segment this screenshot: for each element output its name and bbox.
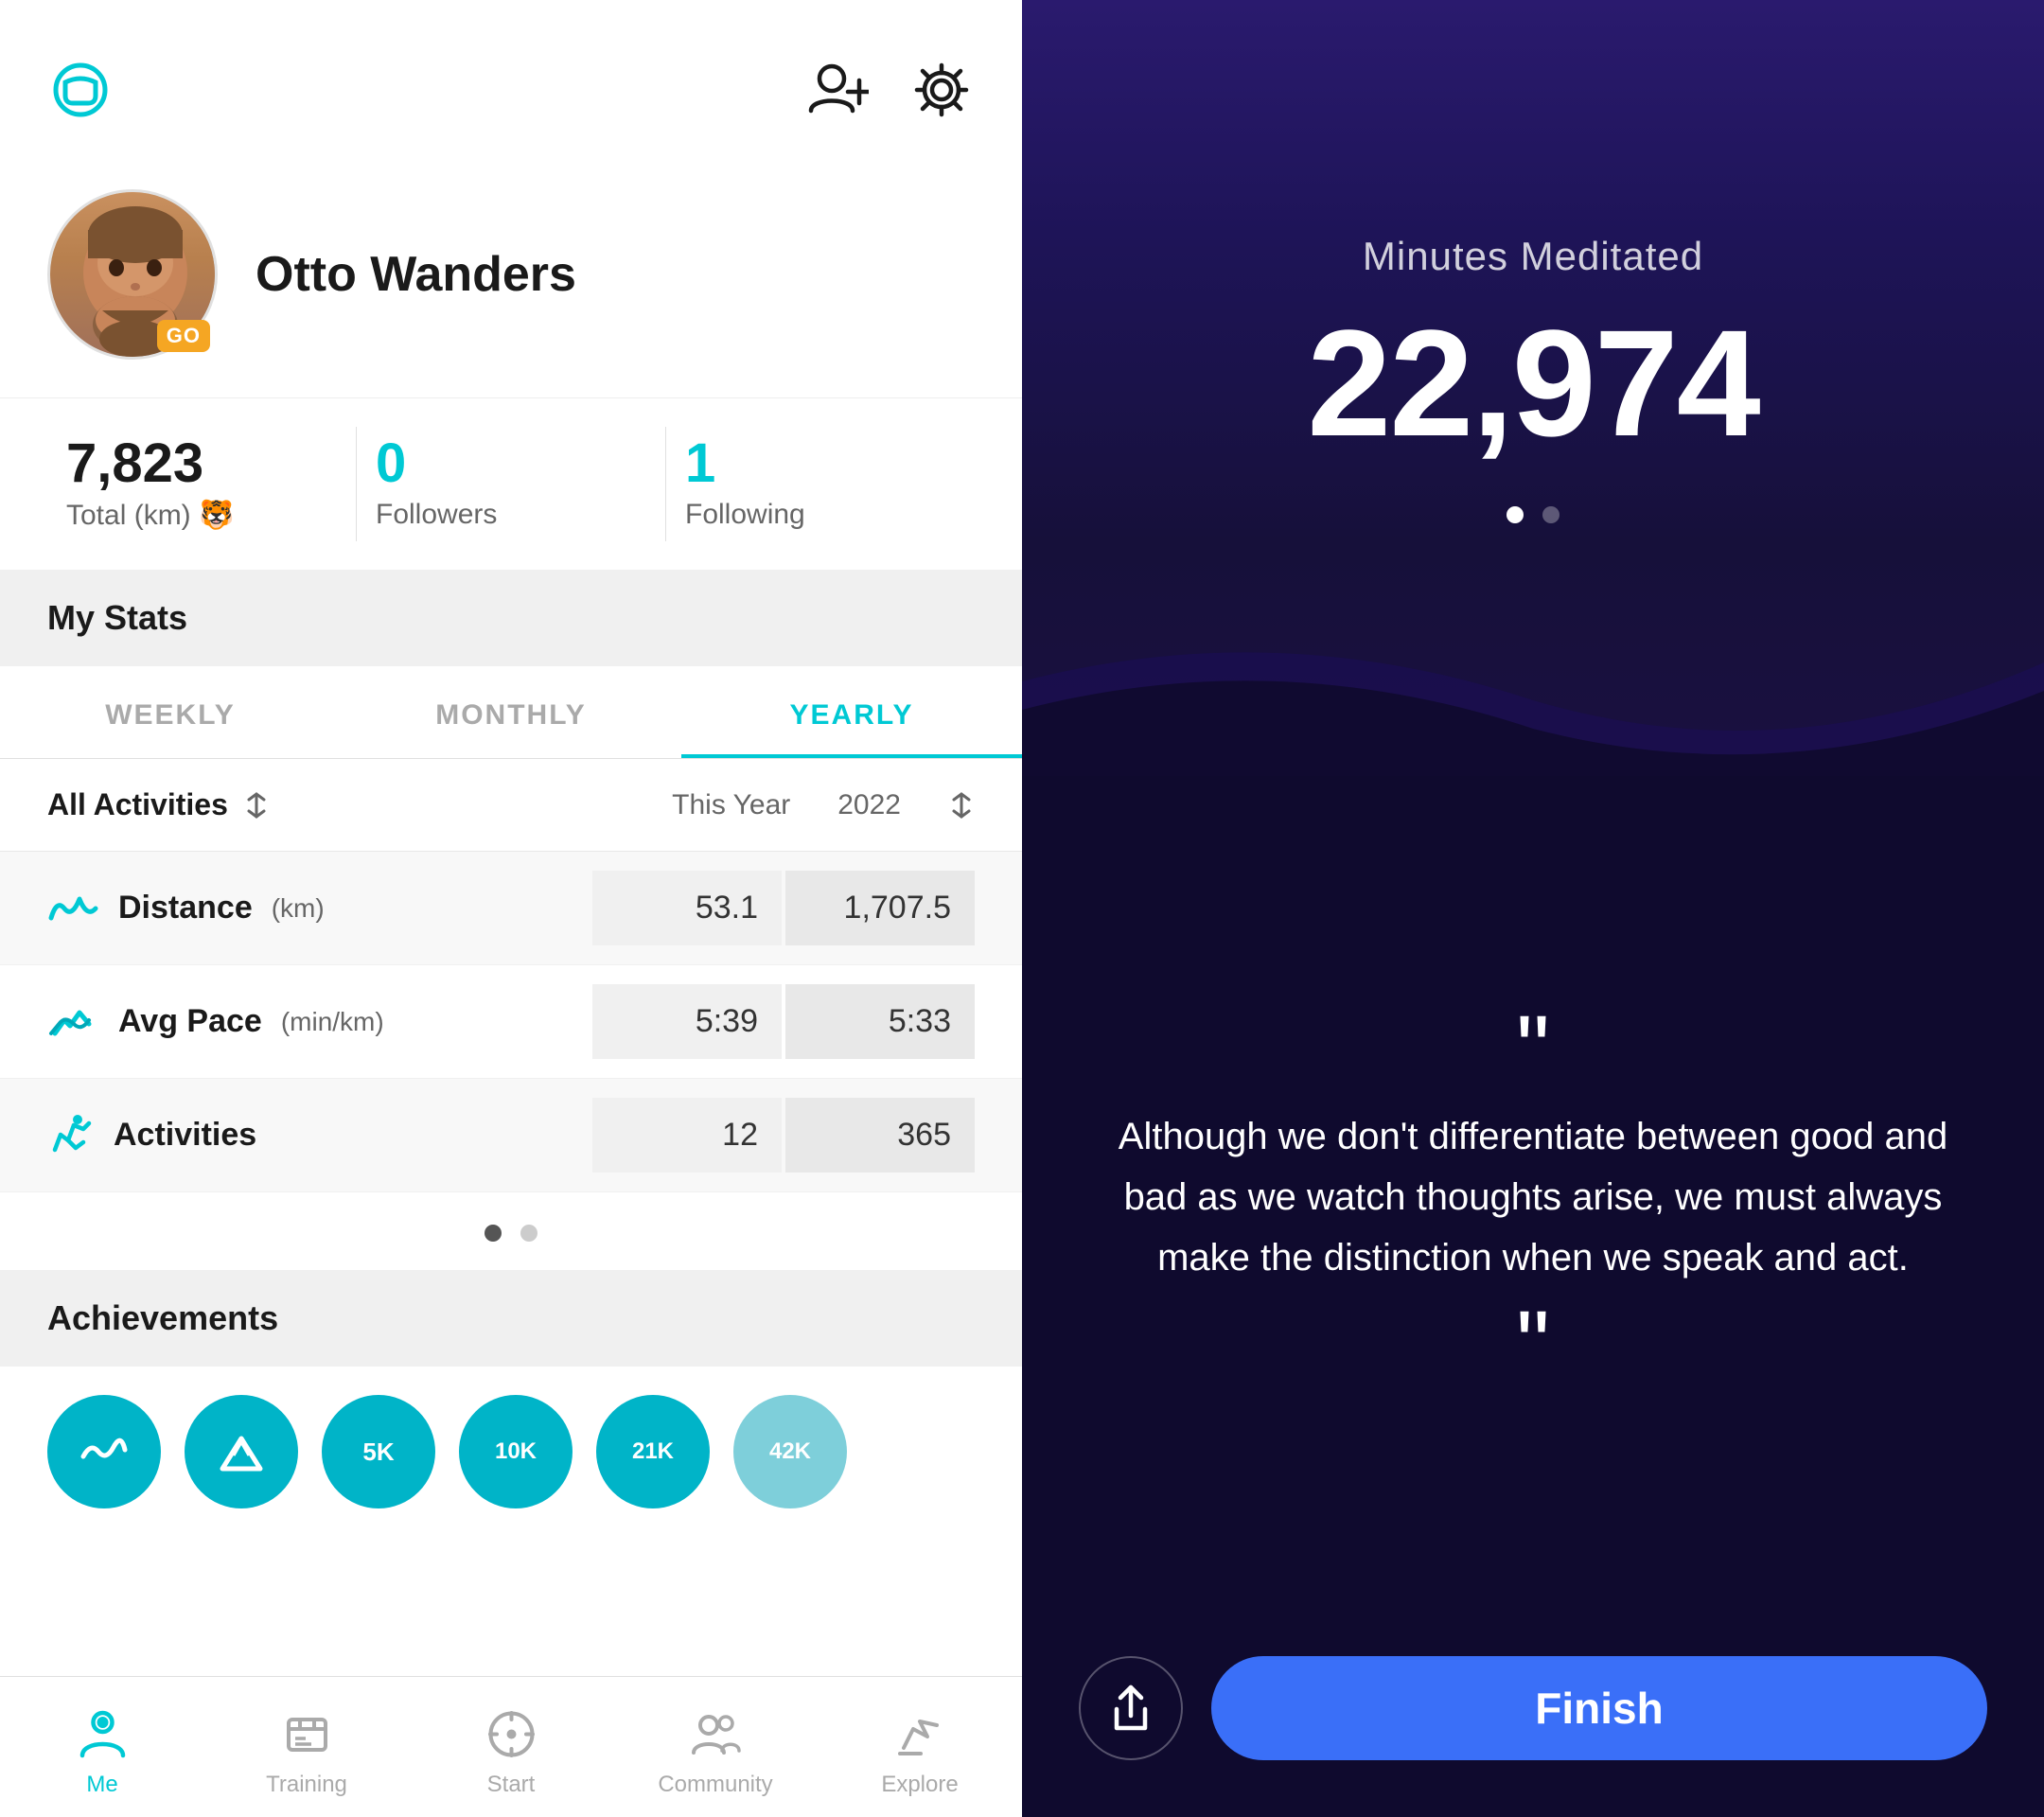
mountain-badge-icon [213,1423,270,1480]
stats-tabs: WEEKLY MONTHLY YEARLY [0,666,1022,759]
close-quote: " [1516,1307,1550,1383]
tab-weekly[interactable]: WEEKLY [0,666,341,758]
stats-bar: 7,823 Total (km) 🐯 0 Followers 1 Followi… [0,397,1022,570]
settings-button[interactable] [908,57,975,123]
this-year-label: This Year [672,789,790,821]
activities-row: Activities 12 365 [0,1079,1022,1192]
nav-community-label: Community [658,1772,772,1798]
badge-21k[interactable]: 21K [596,1395,710,1508]
following-label: Following [685,499,956,531]
right-dot-1[interactable] [1507,506,1524,523]
badge-10k[interactable]: 10K [459,1395,573,1508]
nav-start-label: Start [487,1772,536,1798]
meditation-label: Minutes Meditated [1363,234,1703,279]
explore-icon [891,1705,948,1762]
dot-2[interactable] [520,1225,537,1242]
start-icon [483,1705,539,1762]
right-dot-2[interactable] [1542,506,1559,523]
distance-row: Distance (km) 53.1 1,707.5 [0,852,1022,965]
achievements-header: Achievements [0,1270,1022,1367]
meditation-section: Minutes Meditated 22,974 [1022,0,2044,776]
nav-explore-label: Explore [881,1772,958,1798]
badge-wave[interactable] [47,1395,161,1508]
pace-icon [47,1003,99,1041]
total-km-label: Total (km) 🐯 [66,499,337,532]
nav-explore[interactable]: Explore [818,1696,1022,1808]
me-icon [74,1705,131,1762]
year-2022-label: 2022 [837,789,901,821]
pace-this-year: 5:39 [592,984,782,1059]
activities-2022: 365 [785,1098,975,1173]
filter-row: All Activities This Year 2022 [0,759,1022,852]
total-km-value: 7,823 [66,436,337,491]
nav-me-label: Me [86,1772,117,1798]
community-icon [687,1705,744,1762]
following-value: 1 [685,436,956,491]
quote-text: Although we don't differentiate between … [1098,1106,1968,1288]
badge-42k[interactable]: 42K [733,1395,847,1508]
wave-decoration [1022,587,2044,776]
sort-icon [243,792,270,819]
distance-icon [47,890,99,927]
followers-value: 0 [376,436,646,491]
nav-training-label: Training [266,1772,347,1798]
tab-monthly[interactable]: MONTHLY [341,666,681,758]
nav-community[interactable]: Community [613,1696,818,1808]
activities-label: Activities [47,1114,592,1156]
open-quote: " [1516,1012,1550,1087]
share-button[interactable] [1079,1656,1183,1760]
bottom-actions: Finish [1022,1618,2044,1817]
nav-me[interactable]: Me [0,1696,204,1808]
quote-section: " Although we don't differentiate betwee… [1022,776,2044,1618]
activity-filter-label: All Activities [47,787,228,822]
nav-training[interactable]: Training [204,1696,409,1808]
share-icon [1107,1683,1154,1735]
add-user-button[interactable] [804,57,871,123]
wave-badge-icon [76,1423,132,1480]
following-stat[interactable]: 1 Following [666,427,975,541]
followers-label: Followers [376,499,646,531]
badge-5k[interactable]: 5K [322,1395,435,1508]
pace-label: Avg Pace (min/km) [47,1003,592,1041]
profile-name: Otto Wanders [256,246,576,303]
chat-button[interactable] [47,57,114,123]
training-icon [278,1705,335,1762]
top-bar [0,0,1022,151]
dot-1[interactable] [485,1225,502,1242]
tab-yearly[interactable]: YEARLY [681,666,1022,758]
pace-row: Avg Pace (min/km) 5:39 5:33 [0,965,1022,1079]
run-icon [47,1114,95,1156]
avatar: GO [47,189,218,360]
distance-2022: 1,707.5 [785,871,975,945]
badge-mountain[interactable] [185,1395,298,1508]
stats-pagination [0,1196,1022,1270]
bottom-nav: Me Training [0,1676,1022,1817]
total-km-stat: 7,823 Total (km) 🐯 [47,427,357,541]
pace-2022: 5:33 [785,984,975,1059]
left-panel: GO Otto Wanders 7,823 Total (km) 🐯 0 Fol… [0,0,1022,1817]
right-panel: Minutes Meditated 22,974 " Although we d… [1022,0,2044,1817]
achievements-row: 5K 10K 21K 42K [0,1367,1022,1537]
my-stats-header: My Stats [0,570,1022,666]
year-filter[interactable]: This Year 2022 [672,789,975,821]
activities-this-year: 12 [592,1098,782,1173]
year-sort-icon [948,792,975,819]
finish-button[interactable]: Finish [1211,1656,1987,1760]
nav-start[interactable]: Start [409,1696,613,1808]
right-pagination [1507,506,1559,523]
go-badge: GO [157,320,210,352]
followers-stat[interactable]: 0 Followers [357,427,666,541]
stats-table: Distance (km) 53.1 1,707.5 Avg Pace (min… [0,852,1022,1192]
profile-section: GO Otto Wanders [0,151,1022,397]
activity-filter[interactable]: All Activities [47,787,270,822]
distance-this-year: 53.1 [592,871,782,945]
distance-label: Distance (km) [47,890,592,927]
meditation-number: 22,974 [1307,308,1758,459]
